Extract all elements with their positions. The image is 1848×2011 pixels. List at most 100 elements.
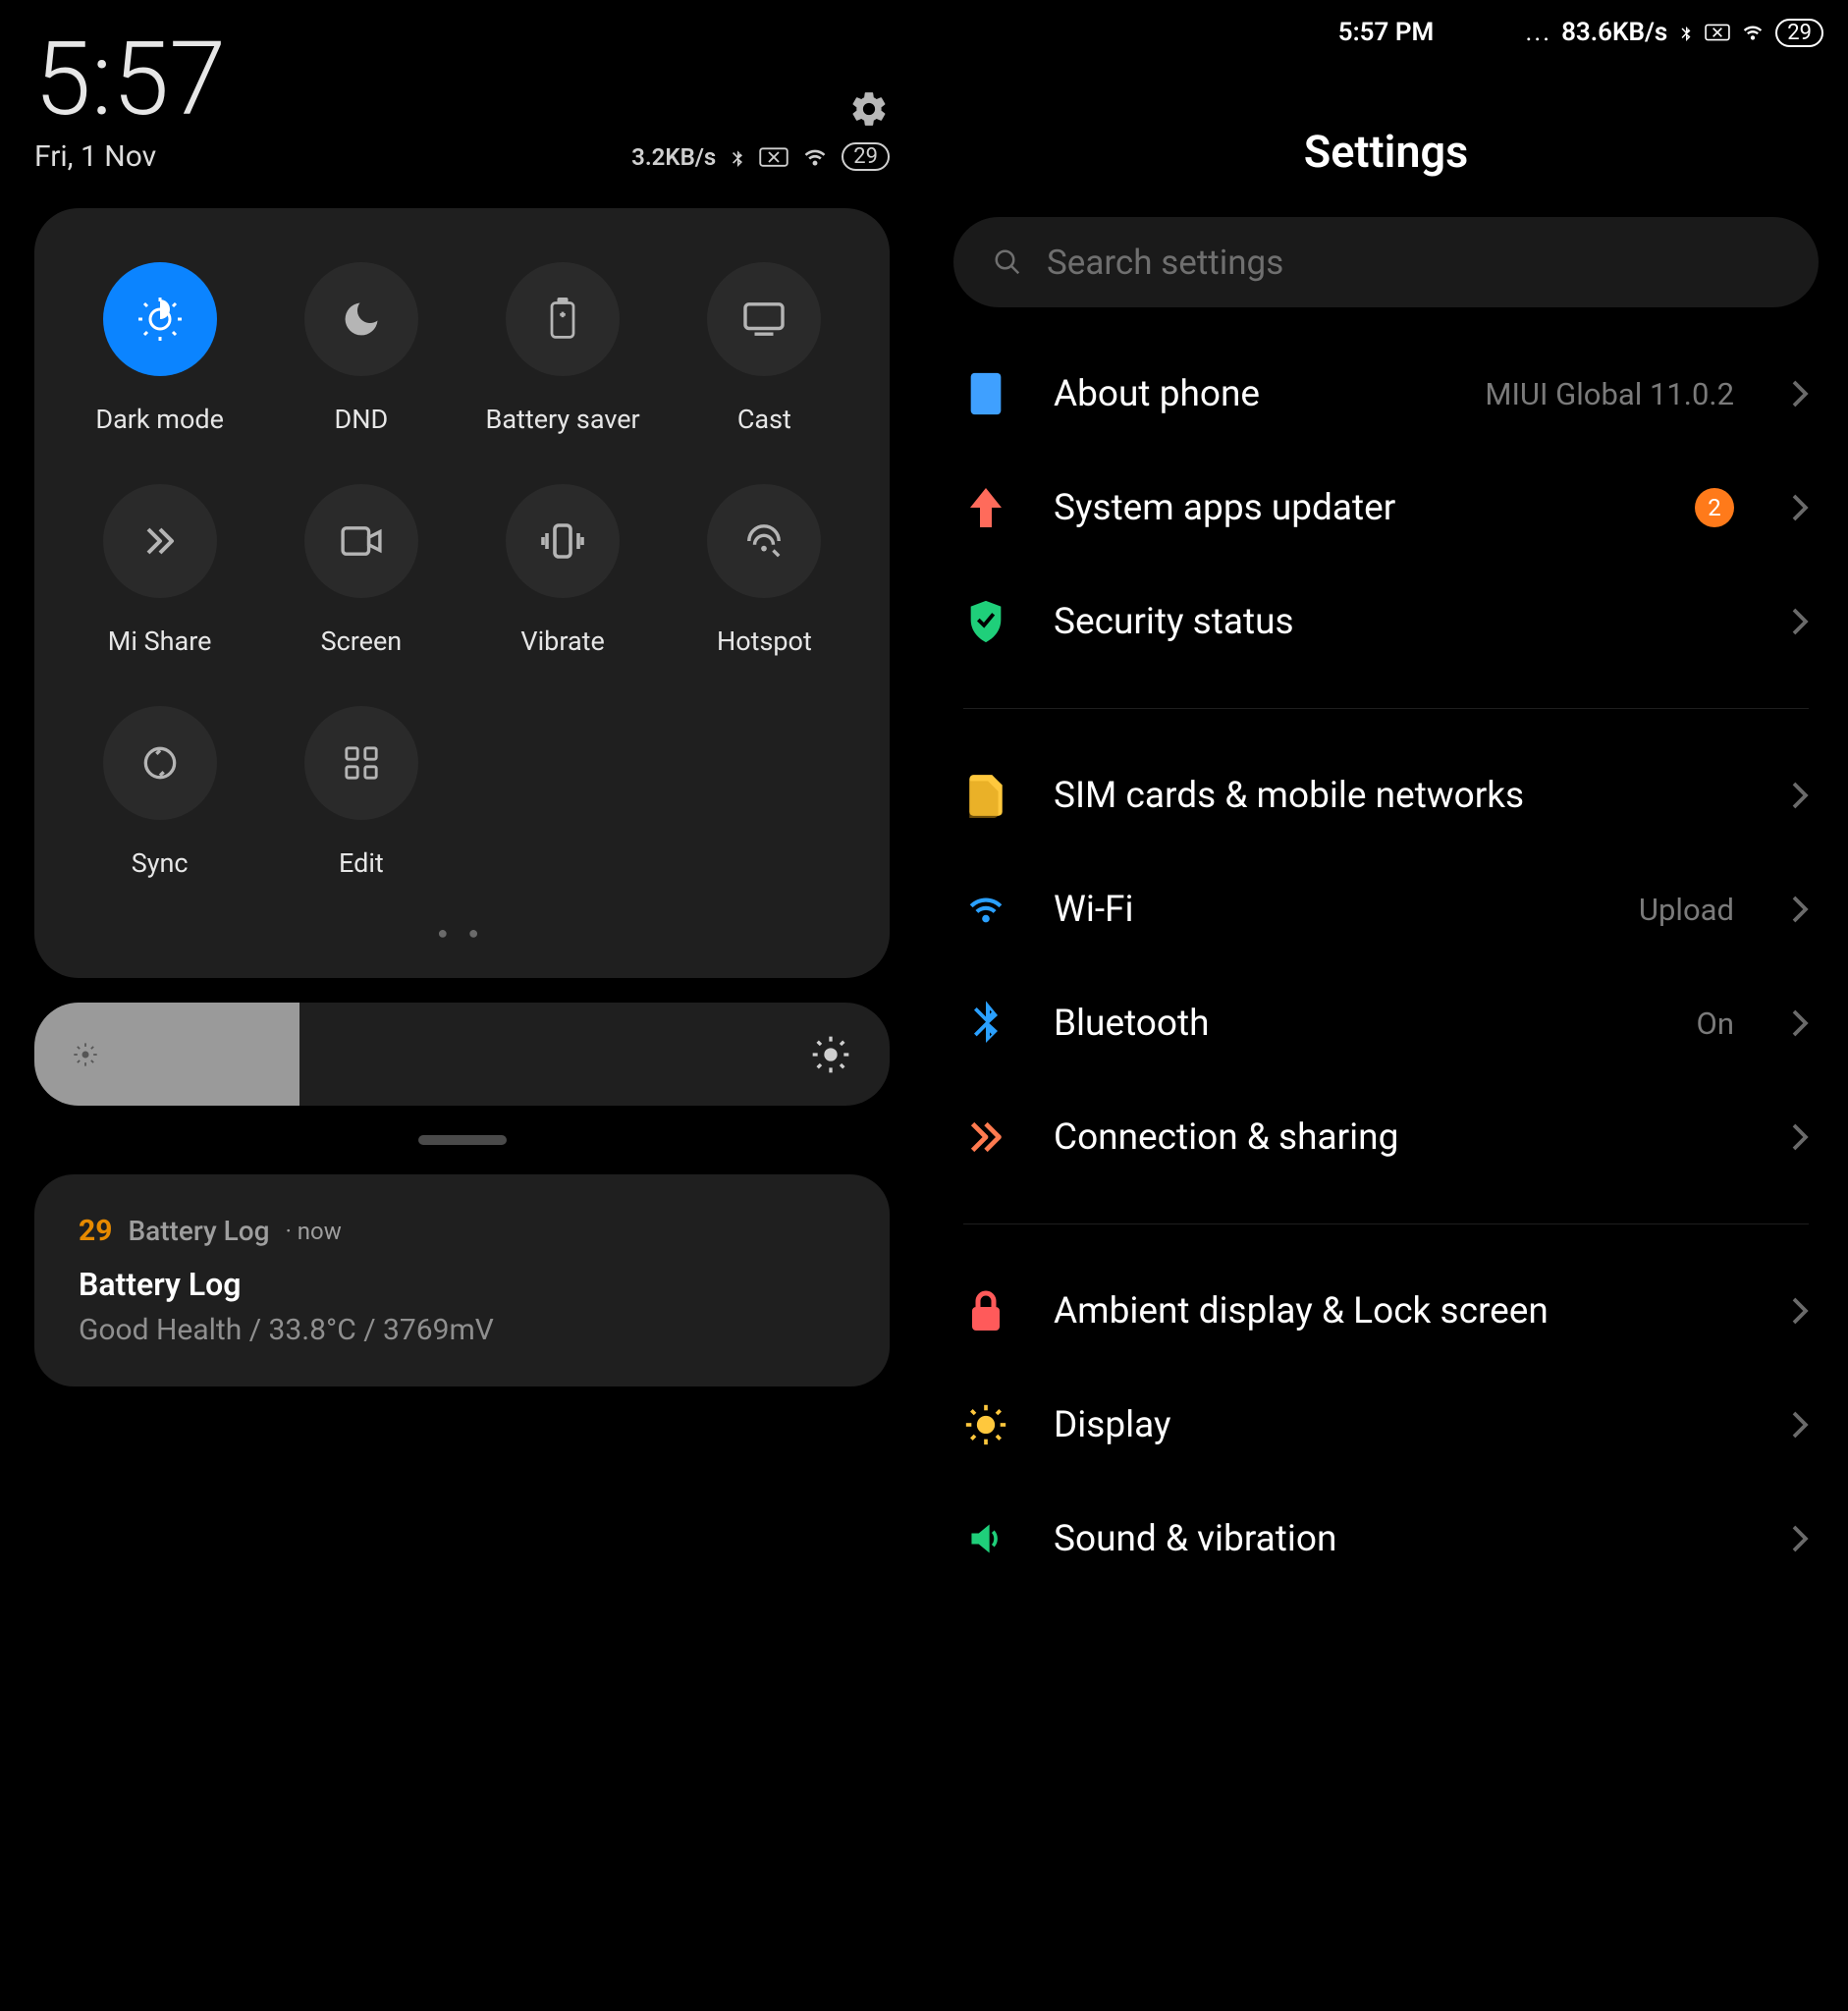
- menu-item-subtext: Upload: [1639, 892, 1734, 928]
- dnd-icon: [304, 262, 418, 376]
- chevron-right-icon: [1791, 379, 1809, 408]
- menu-item-label: System apps updater: [1054, 487, 1650, 529]
- menu-item-security[interactable]: Security status: [924, 565, 1848, 679]
- qs-tile-screen-rec[interactable]: Screen: [270, 484, 452, 657]
- qs-tile-label: Sync: [132, 847, 189, 879]
- page-dots: ● ●: [69, 923, 855, 944]
- chevron-right-icon: [1791, 493, 1809, 522]
- menu-item-label: Ambient display & Lock screen: [1054, 1290, 1746, 1332]
- edit-icon: [304, 706, 418, 820]
- menu-item-lockscreen[interactable]: Ambient display & Lock screen: [924, 1254, 1848, 1368]
- wifi-icon: [963, 887, 1008, 932]
- battery-pill: 29: [842, 142, 890, 171]
- menu-item-about[interactable]: About phone MIUI Global 11.0.2: [924, 337, 1848, 451]
- lock-icon: [963, 1288, 1008, 1333]
- chevron-right-icon: [1791, 607, 1809, 636]
- qs-tile-dark-mode[interactable]: Dark mode: [69, 262, 250, 435]
- statusbar-battery: 29: [1775, 19, 1823, 47]
- sim-icon: [963, 773, 1008, 818]
- qs-tile-label: Cast: [737, 404, 791, 435]
- qs-tile-hotspot[interactable]: Hotspot: [674, 484, 855, 657]
- settings-app: 5:57 PM ... 83.6KB/s 29 Settings Search …: [924, 0, 1848, 2011]
- page-title: Settings: [924, 126, 1848, 178]
- arrow-up-icon: [963, 485, 1008, 530]
- menu-item-display[interactable]: Display: [924, 1368, 1848, 1482]
- menu-item-updater[interactable]: System apps updater 2: [924, 451, 1848, 565]
- menu-item-label: About phone: [1054, 373, 1440, 415]
- shade-handle[interactable]: [418, 1135, 507, 1145]
- notification-shade: 5:57 Fri, 1 Nov 3.2KB/s 29 Dark mode DND B…: [0, 0, 924, 2011]
- brightness-slider[interactable]: [34, 1003, 890, 1106]
- qs-tile-cast[interactable]: Cast: [674, 262, 855, 435]
- screen-rec-icon: [304, 484, 418, 598]
- statusbar-time: 5:57 PM: [1338, 18, 1435, 47]
- chevron-right-icon: [1791, 895, 1809, 924]
- notif-app-badge: 29: [79, 1214, 112, 1248]
- quick-settings-panel: Dark mode DND Battery saver Cast Mi Share Scr…: [34, 208, 890, 978]
- search-input[interactable]: Search settings: [953, 217, 1819, 307]
- speaker-icon: [963, 1516, 1008, 1561]
- net-speed-label: 3.2KB/s: [631, 143, 716, 171]
- menu-item-label: Bluetooth: [1054, 1003, 1652, 1045]
- menu-item-label: SIM cards & mobile networks: [1054, 775, 1746, 817]
- update-badge: 2: [1695, 488, 1734, 527]
- bt-icon: [963, 1001, 1008, 1046]
- bluetooth-icon: [728, 143, 747, 171]
- qs-tile-mi-share[interactable]: Mi Share: [69, 484, 250, 657]
- notif-body: Good Health / 33.8°C / 3769mV: [79, 1313, 845, 1347]
- search-placeholder: Search settings: [1047, 243, 1283, 283]
- chevron-right-icon: [1791, 1122, 1809, 1152]
- qs-tile-battery-saver[interactable]: Battery saver: [472, 262, 654, 435]
- statusbar: 5:57 PM ... 83.6KB/s 29: [924, 8, 1848, 57]
- menu-item-bluetooth[interactable]: Bluetooth On: [924, 966, 1848, 1080]
- qs-tile-label: Vibrate: [520, 625, 604, 657]
- divider: [963, 708, 1809, 709]
- menu-item-wifi[interactable]: Wi-Fi Upload: [924, 852, 1848, 966]
- menu-item-label: Sound & vibration: [1054, 1518, 1746, 1560]
- search-icon: [993, 247, 1022, 277]
- qs-tile-label: Screen: [321, 625, 403, 657]
- chevron-right-icon: [1791, 1410, 1809, 1440]
- menu-item-sim[interactable]: SIM cards & mobile networks: [924, 738, 1848, 852]
- vibrate-icon: [506, 484, 620, 598]
- qs-tile-dnd[interactable]: DND: [270, 262, 452, 435]
- qs-tile-vibrate[interactable]: Vibrate: [472, 484, 654, 657]
- cellular-off-icon: [759, 146, 788, 168]
- wifi-icon: [800, 146, 830, 168]
- brightness-low-icon: [72, 1041, 99, 1068]
- qs-tile-label: Battery saver: [486, 404, 640, 435]
- qs-tile-label: DND: [335, 404, 389, 435]
- shade-clock: 5:57: [34, 29, 226, 132]
- qs-tile-sync[interactable]: Sync: [69, 706, 250, 879]
- statusbar-net-speed: 83.6KB/s: [1561, 18, 1667, 47]
- shield-check-icon: [963, 599, 1008, 644]
- sun-icon: [963, 1402, 1008, 1447]
- battery-saver-icon: [506, 262, 620, 376]
- menu-item-sharing[interactable]: Connection & sharing: [924, 1080, 1848, 1194]
- cellular-off-icon: [1705, 24, 1730, 41]
- chevron-right-icon: [1791, 1008, 1809, 1038]
- brightness-high-icon: [811, 1035, 850, 1074]
- sync-icon: [103, 706, 217, 820]
- qs-tile-edit[interactable]: Edit: [270, 706, 452, 879]
- qs-tile-label: Edit: [339, 847, 384, 879]
- share-icon: [963, 1114, 1008, 1160]
- menu-item-label: Wi-Fi: [1054, 889, 1594, 931]
- menu-item-subtext: MIUI Global 11.0.2: [1485, 376, 1734, 412]
- shade-date: Fri, 1 Nov: [34, 139, 156, 174]
- notif-time: · now: [286, 1218, 342, 1245]
- menu-item-label: Connection & sharing: [1054, 1116, 1746, 1159]
- bluetooth-icon: [1677, 21, 1695, 44]
- menu-item-label: Security status: [1054, 601, 1746, 643]
- menu-item-sound[interactable]: Sound & vibration: [924, 1482, 1848, 1596]
- phone-icon: [963, 371, 1008, 416]
- mi-share-icon: [103, 484, 217, 598]
- notification-card[interactable]: 29 Battery Log · now Battery Log Good He…: [34, 1174, 890, 1386]
- chevron-right-icon: [1791, 1524, 1809, 1553]
- chevron-right-icon: [1791, 781, 1809, 810]
- divider: [963, 1223, 1809, 1224]
- wifi-icon: [1740, 23, 1766, 42]
- menu-item-subtext: On: [1697, 1006, 1734, 1042]
- settings-gear-button[interactable]: [848, 29, 890, 130]
- shade-status-icons: 3.2KB/s 29: [631, 142, 890, 171]
